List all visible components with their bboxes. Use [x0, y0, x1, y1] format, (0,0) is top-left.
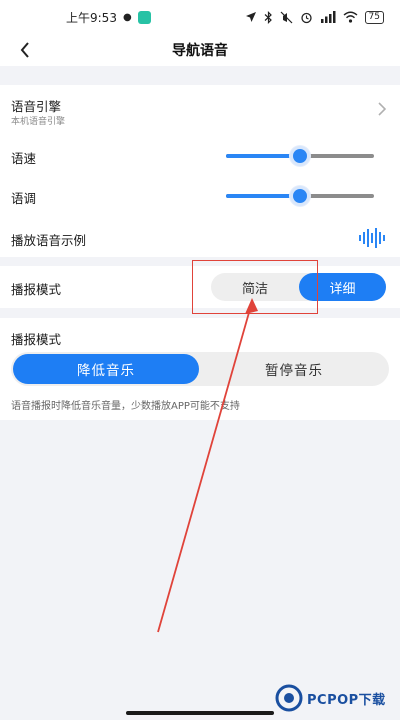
engine-subtitle: 本机语音引擎 [11, 117, 66, 127]
back-button[interactable] [14, 38, 36, 62]
speed-slider-thumb[interactable] [290, 146, 310, 166]
music-mode-label: 播报模式 [11, 332, 62, 347]
chevron-left-icon [20, 42, 29, 58]
engine-label: 语音引擎 [11, 99, 62, 114]
mode-label: 播报模式 [11, 282, 62, 297]
alarm-icon [300, 12, 312, 23]
mute-icon [280, 11, 292, 23]
chevron-right-icon [378, 102, 386, 116]
nav-bar: 导航语音 [0, 34, 400, 66]
status-right: 75 [245, 10, 384, 24]
speed-slider[interactable] [226, 146, 374, 166]
status-left: 上午9:53 ● [66, 9, 151, 26]
status-time: 上午9:53 [66, 10, 117, 25]
home-indicator[interactable] [126, 711, 274, 715]
speed-slider-fill [226, 154, 300, 158]
pitch-slider-fill [226, 194, 300, 198]
pitch-row: 语调 [0, 181, 400, 211]
penguin-icon: ● [122, 11, 132, 23]
music-segmented-control: 降低音乐 暂停音乐 [11, 352, 389, 386]
sample-row[interactable]: 播放语音示例 [0, 223, 400, 253]
page-title: 导航语音 [172, 43, 228, 59]
music-option-lower[interactable]: 降低音乐 [13, 354, 199, 384]
signal-icon [320, 11, 336, 23]
battery-indicator: 75 [364, 10, 384, 24]
pitch-slider-thumb[interactable] [290, 186, 310, 206]
bluetooth-icon [264, 10, 272, 24]
pitch-label: 语调 [11, 191, 37, 206]
status-bar: 上午9:53 ● 75 [0, 0, 400, 34]
app-badge-icon [137, 10, 151, 24]
speed-row: 语速 [0, 141, 400, 171]
watermark: PCPOP下载 [275, 682, 386, 714]
music-note: 语音播报时降低音乐音量，少数播放APP可能不支持 [11, 401, 240, 412]
wifi-icon [343, 11, 357, 23]
music-option-pause[interactable]: 暂停音乐 [201, 354, 387, 384]
sample-label: 播放语音示例 [11, 233, 87, 248]
sound-wave-icon[interactable] [358, 227, 388, 249]
pitch-slider[interactable] [226, 186, 374, 206]
speed-label: 语速 [11, 151, 37, 166]
location-arrow-icon [245, 12, 256, 22]
engine-row[interactable]: 语音引擎 本机语音引擎 [0, 85, 400, 131]
voice-settings-card: 语音引擎 本机语音引擎 语速 语调 播放语音示例 [0, 85, 400, 257]
annotation-highlight-box [192, 260, 318, 314]
watermark-text: PCPOP下载 [307, 692, 386, 708]
watermark-logo-icon [275, 684, 303, 712]
